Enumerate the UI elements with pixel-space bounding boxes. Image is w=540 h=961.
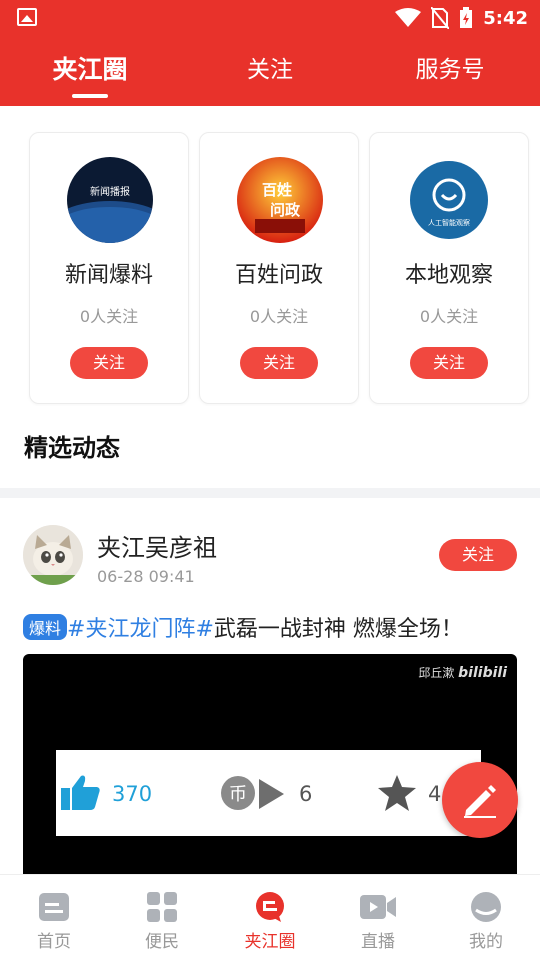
battery-charging-icon xyxy=(460,7,473,28)
nav-profile[interactable]: 我的 xyxy=(432,875,540,961)
section-title: 精选动态 xyxy=(24,434,120,462)
top-tab-bar: 夹江圈 关注 服务号 xyxy=(0,36,540,106)
nav-home[interactable]: 首页 xyxy=(0,875,108,961)
star-icon xyxy=(378,775,416,811)
home-icon xyxy=(39,893,69,921)
wifi-icon xyxy=(395,8,422,27)
service-card[interactable]: 新闻播报 新闻爆料 0人关注 关注 xyxy=(29,132,189,404)
like-count: 370 xyxy=(112,782,153,806)
nav-label: 便民 xyxy=(145,932,179,952)
section-divider xyxy=(0,488,540,498)
svg-text:问政: 问政 xyxy=(270,201,301,219)
clock: 5:42 xyxy=(483,7,528,29)
follow-button[interactable]: 关注 xyxy=(70,347,148,379)
service-card-carousel[interactable]: 新闻播报 新闻爆料 0人关注 关注 百姓 问政 百姓问政 0人关注 关注 人工智… xyxy=(0,106,540,406)
chat-icon xyxy=(256,892,284,922)
svg-text:人工智能观察: 人工智能观察 xyxy=(428,218,470,227)
profile-icon xyxy=(471,892,501,922)
nav-label: 直播 xyxy=(361,932,395,952)
tab-jiajiang-circle[interactable]: 夹江圈 xyxy=(50,50,130,86)
thumbs-up-icon xyxy=(61,775,100,810)
svg-text:新闻播报: 新闻播报 xyxy=(90,185,130,198)
service-logo-news: 新闻播报 xyxy=(67,157,153,243)
nav-services[interactable]: 便民 xyxy=(108,875,216,961)
follower-count: 0人关注 xyxy=(79,307,139,326)
service-name: 百姓问政 xyxy=(234,263,323,288)
post-tag-badge: 爆料 xyxy=(23,614,68,640)
follow-button[interactable]: 关注 xyxy=(410,347,488,379)
follower-count: 0人关注 xyxy=(419,307,479,326)
video-watermark: 邱丘漱 bilibili xyxy=(418,665,507,681)
nav-live[interactable]: 直播 xyxy=(324,875,432,961)
status-bar: 5:42 xyxy=(0,0,540,36)
service-logo-local-observation: 人工智能观察 xyxy=(410,161,488,239)
coin-count: 6 xyxy=(299,782,313,806)
follow-button[interactable]: 关注 xyxy=(439,539,517,571)
svg-text:百姓: 百姓 xyxy=(262,181,292,199)
service-card[interactable]: 百姓 问政 百姓问政 0人关注 关注 xyxy=(199,132,359,404)
service-name: 新闻爆料 xyxy=(64,263,153,288)
tab-service-accounts[interactable]: 服务号 xyxy=(400,50,500,84)
bottom-navigation: 首页 便民 夹江圈 直播 我的 xyxy=(0,874,540,960)
nav-jiajiang-circle[interactable]: 夹江圈 xyxy=(216,875,324,961)
grid-icon xyxy=(147,892,177,922)
play-icon[interactable] xyxy=(257,778,285,810)
post-timestamp: 06-28 09:41 xyxy=(97,567,195,586)
video-player[interactable]: 邱丘漱 bilibili 370 币 6 4 xyxy=(23,654,517,884)
post-author[interactable]: 夹江吴彦祖 xyxy=(97,528,217,563)
compose-button[interactable] xyxy=(442,762,518,838)
active-tab-indicator xyxy=(72,94,108,98)
follower-count: 0人关注 xyxy=(249,307,309,326)
no-sim-icon xyxy=(431,7,450,29)
service-name: 本地观察 xyxy=(404,263,493,288)
post-content[interactable]: 爆料 #夹江龙门阵#武磊一战封神 燃爆全场！ xyxy=(23,611,523,643)
nav-label: 我的 xyxy=(469,932,503,952)
video-camera-icon xyxy=(360,895,396,919)
tab-following[interactable]: 关注 xyxy=(230,50,310,84)
nav-label: 首页 xyxy=(37,932,71,952)
svg-text:币: 币 xyxy=(229,784,247,805)
favorite-count: 4 xyxy=(428,782,442,806)
image-icon xyxy=(17,8,37,26)
nav-label: 夹江圈 xyxy=(244,932,296,952)
topic-link[interactable]: #夹江龙门阵# xyxy=(67,617,214,642)
pencil-icon xyxy=(464,785,496,818)
follow-button[interactable]: 关注 xyxy=(240,347,318,379)
avatar[interactable] xyxy=(23,525,83,585)
post-body-text: 武磊一战封神 燃爆全场！ xyxy=(213,617,463,642)
coin-icon: 币 xyxy=(221,776,255,810)
service-logo-public-affairs: 百姓 问政 xyxy=(237,157,323,243)
service-card[interactable]: 人工智能观察 本地观察 0人关注 关注 xyxy=(369,132,529,404)
